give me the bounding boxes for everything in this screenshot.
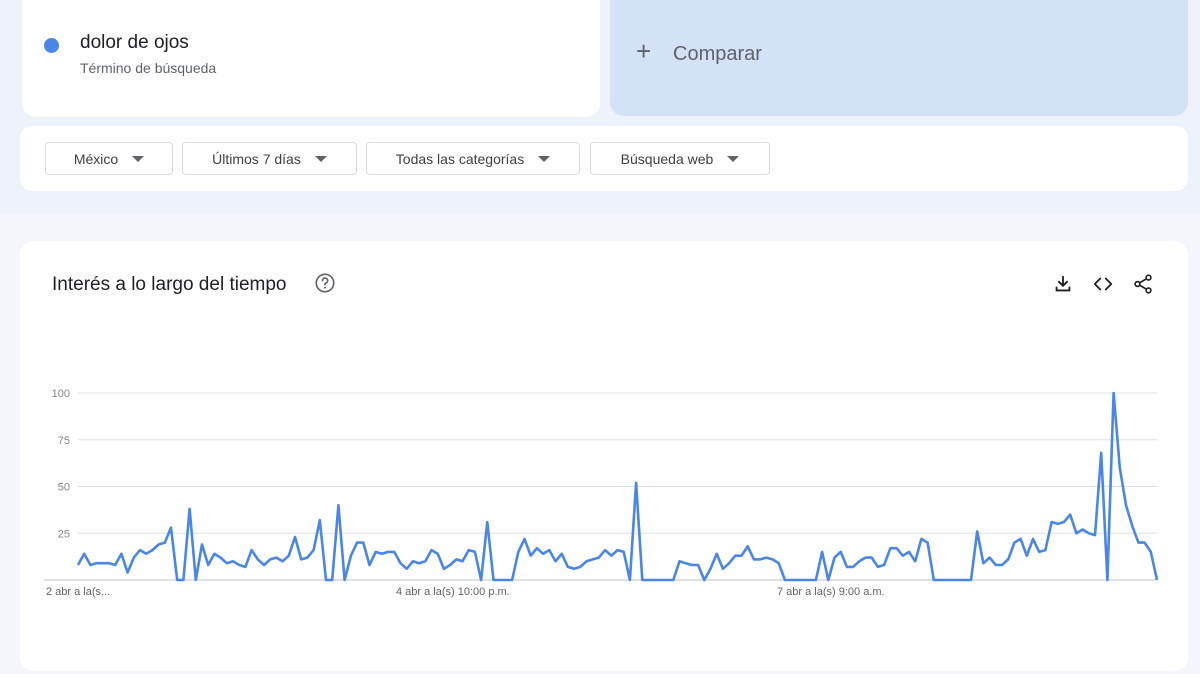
search-term-name[interactable]: dolor de ojos: [80, 32, 189, 54]
filters-bar: México Últimos 7 días Todas las categorí…: [20, 126, 1188, 191]
y-tick-label: 50: [58, 482, 70, 494]
compare-button[interactable]: + Comparar: [610, 0, 1188, 116]
search-term-subtitle: Término de búsqueda: [80, 60, 217, 76]
caret-down-icon: [132, 155, 145, 162]
compare-label: Comparar: [673, 43, 762, 65]
caret-down-icon: [538, 155, 551, 162]
y-tick-label: 75: [58, 435, 70, 447]
plus-icon: +: [636, 36, 652, 66]
category-dropdown-label: Todas las categorías: [395, 150, 525, 167]
x-tick-label: 2 abr a la(s...: [46, 586, 110, 598]
interest-chart: 25 50 75 100 2 abr a la(s... 4 abr a la(s) 1…: [44, 388, 1159, 598]
search-type-dropdown[interactable]: Búsqueda web: [590, 142, 770, 175]
y-tick-label: 100: [52, 388, 70, 400]
series-color-dot: [44, 38, 59, 53]
time-range-dropdown[interactable]: Últimos 7 días: [182, 142, 357, 175]
search-term-card[interactable]: dolor de ojos Término de búsqueda: [22, 0, 600, 117]
interest-over-time-card: Interés a lo largo del tiempo 25 50 75 100 …: [20, 241, 1188, 671]
search-type-dropdown-label: Búsqueda web: [620, 150, 714, 167]
y-tick-label: 25: [58, 528, 70, 540]
x-tick-label: 7 abr a la(s) 9:00 a.m.: [777, 586, 885, 598]
region-dropdown-label: México: [73, 150, 119, 167]
category-dropdown[interactable]: Todas las categorías: [366, 142, 580, 175]
caret-down-icon: [314, 155, 327, 162]
x-tick-label: 4 abr a la(s) 10:00 p.m.: [396, 586, 510, 598]
caret-down-icon: [727, 155, 740, 162]
region-dropdown[interactable]: México: [45, 142, 173, 175]
time-range-dropdown-label: Últimos 7 días: [212, 150, 301, 167]
